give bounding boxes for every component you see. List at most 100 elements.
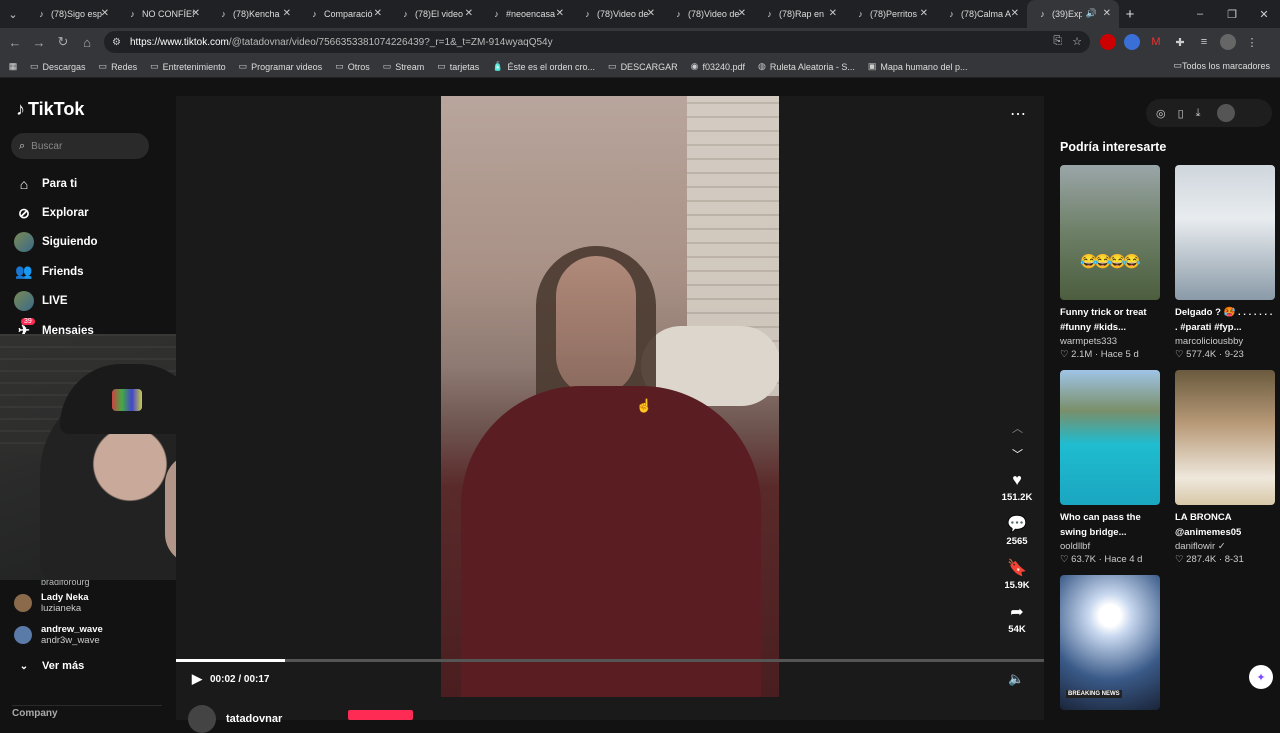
install-app-icon[interactable]: ⎘ xyxy=(1053,35,1062,48)
browser-tab[interactable]: ♪ (78)Calma A ✕ xyxy=(936,0,1027,28)
video-thumbnail[interactable]: BREAKING NEWS xyxy=(1060,575,1160,710)
video-thumbnail[interactable] xyxy=(1175,165,1275,300)
close-window-icon[interactable]: ✕ xyxy=(1248,8,1280,21)
recommended-video-card[interactable]: Who can pass the swing bridge... ooldllbf… xyxy=(1060,370,1160,567)
like-button[interactable]: ♥ 151.2K xyxy=(996,470,1038,514)
new-tab-button[interactable]: + xyxy=(1119,6,1141,23)
coins-icon[interactable]: ◎ xyxy=(1156,107,1166,120)
restore-icon[interactable]: ❐ xyxy=(1216,8,1248,21)
close-tab-icon[interactable]: ✕ xyxy=(556,8,564,19)
next-video-icon[interactable]: ﹀ xyxy=(1012,442,1023,468)
close-tab-icon[interactable]: ✕ xyxy=(374,8,382,19)
tab-search-menu-button[interactable]: ⌄ xyxy=(0,0,26,28)
nav-item-explorar[interactable]: ⊘ Explorar xyxy=(14,198,164,227)
extension-m-icon[interactable]: M xyxy=(1148,34,1164,50)
nav-item-siguiendo[interactable]: Siguiendo xyxy=(14,228,164,257)
card-username[interactable]: ooldllbf xyxy=(1060,540,1160,553)
video-player[interactable] xyxy=(441,96,779,697)
reload-icon[interactable]: ↻ xyxy=(51,34,75,50)
minimize-icon[interactable]: – xyxy=(1184,8,1216,20)
browser-tab[interactable]: ♪ Comparació ✕ xyxy=(299,0,390,28)
video-progress-bar[interactable] xyxy=(176,659,1044,662)
browser-tab[interactable]: ♪ (39)Explo 🔊 ✕ xyxy=(1027,0,1119,28)
assistant-float-icon[interactable]: ✦ xyxy=(1249,665,1273,689)
follow-button[interactable] xyxy=(348,710,413,720)
comment-button[interactable]: 💬 2565 xyxy=(996,514,1038,558)
bookmark-item[interactable]: ▭ DESCARGAR xyxy=(608,61,678,72)
bookmark-item[interactable]: ▭ Entretenimiento xyxy=(150,61,226,72)
recommended-video-card[interactable]: Delgado ? 🥵 . . . . . . . . #parati #fyp… xyxy=(1175,165,1275,362)
bookmark-item[interactable]: ▭ Stream xyxy=(383,61,425,72)
volume-icon[interactable]: 🔈 xyxy=(1008,671,1024,687)
browser-tab[interactable]: ♪ (78)El video ✕ xyxy=(390,0,481,28)
card-username[interactable]: marcoliciousbby xyxy=(1175,335,1275,348)
card-username[interactable]: warmpets333 xyxy=(1060,335,1160,348)
bookmark-item[interactable]: ◉ f03240.pdf xyxy=(691,61,745,72)
bookmark-item[interactable]: ▭ Descargas xyxy=(30,61,86,72)
card-title[interactable]: Funny trick or treat #funny #kids... xyxy=(1060,305,1160,335)
media-controls-icon[interactable]: ≡ xyxy=(1196,34,1212,50)
following-item[interactable]: andrew_wave andr3w_wave xyxy=(14,619,164,651)
browser-tab[interactable]: ♪ (78)Perritos ✕ xyxy=(845,0,936,28)
close-tab-icon[interactable]: ✕ xyxy=(738,8,746,19)
address-bar[interactable]: ⚙ https://www.tiktok.com/@tatadovnar/vid… xyxy=(104,31,1090,53)
nav-item-friends[interactable]: 👥 Friends xyxy=(14,257,164,286)
browser-tab[interactable]: ♪ (78)Rap en ✕ xyxy=(754,0,845,28)
profile-avatar[interactable] xyxy=(1216,104,1235,122)
back-icon[interactable]: ← xyxy=(3,35,27,50)
card-username[interactable]: daniflowir ✓ xyxy=(1175,540,1275,553)
previous-video-icon[interactable]: ︿ xyxy=(1012,416,1023,442)
browser-menu-icon[interactable]: ⋮ xyxy=(1244,34,1260,50)
author-name[interactable]: tatadovnar xyxy=(226,713,282,725)
video-thumbnail[interactable] xyxy=(1175,370,1275,505)
home-button-icon[interactable]: ⌂ xyxy=(75,35,99,50)
device-icon[interactable]: ▯ xyxy=(1178,107,1184,120)
extension-red-icon[interactable] xyxy=(1100,34,1116,50)
following-item[interactable]: Lady Neka luzianeka xyxy=(14,587,164,619)
bookmark-item[interactable]: ▭ Redes xyxy=(99,61,138,72)
nav-item-para-ti[interactable]: ⌂ Para ti xyxy=(14,169,164,198)
more-options-icon[interactable]: ⋯ xyxy=(1010,104,1026,124)
tiktok-logo[interactable]: ♪ TikTok xyxy=(16,99,84,120)
speaker-icon[interactable]: 🔊 xyxy=(1086,8,1097,19)
close-tab-icon[interactable]: ✕ xyxy=(647,8,655,19)
bookmark-star-icon[interactable]: ☆ xyxy=(1072,35,1082,48)
site-info-icon[interactable]: ⚙ xyxy=(112,37,121,48)
video-thumbnail[interactable]: 😂😂😂😂 xyxy=(1060,165,1160,300)
card-title[interactable]: LA BRONCA @animemes05 xyxy=(1175,510,1275,540)
bookmark-item[interactable]: ▭ Otros xyxy=(335,61,370,72)
forward-icon[interactable]: → xyxy=(27,35,51,50)
extension-translate-icon[interactable] xyxy=(1124,34,1140,50)
browser-tab[interactable]: ♪ (78)Video de ✕ xyxy=(572,0,663,28)
close-tab-icon[interactable]: ✕ xyxy=(465,8,473,19)
recommended-video-card[interactable]: BREAKING NEWS xyxy=(1060,575,1160,710)
video-thumbnail[interactable] xyxy=(1060,370,1160,505)
card-title[interactable]: Delgado ? 🥵 . . . . . . . . #parati #fyp… xyxy=(1175,305,1275,335)
bookmark-item[interactable]: ▭ Programar videos xyxy=(239,61,323,72)
save-button[interactable]: 🔖 15.9K xyxy=(996,558,1038,602)
extensions-puzzle-icon[interactable]: ✚ xyxy=(1172,34,1188,50)
close-tab-icon[interactable]: ✕ xyxy=(192,8,200,19)
close-tab-icon[interactable]: ✕ xyxy=(829,8,837,19)
bookmark-item[interactable]: ◍ Ruleta Aleatoria - S... xyxy=(758,61,855,72)
browser-tab[interactable]: ♪ #neoencasa ✕ xyxy=(481,0,572,28)
bookmark-item[interactable]: ▭ tarjetas xyxy=(437,61,479,72)
apps-grid-icon[interactable]: ▦ xyxy=(0,61,26,72)
bookmark-item[interactable]: 🧴 Éste es el orden cro... xyxy=(492,61,595,72)
search-input[interactable]: ⌕ Buscar xyxy=(11,133,149,159)
see-more-button[interactable]: ⌄ Ver más xyxy=(14,651,164,681)
recommended-video-card[interactable]: 😂😂😂😂 Funny trick or treat #funny #kids...… xyxy=(1060,165,1160,362)
profile-avatar-icon[interactable] xyxy=(1220,34,1236,50)
close-tab-icon[interactable]: ✕ xyxy=(1103,8,1111,19)
close-tab-icon[interactable]: ✕ xyxy=(920,8,928,19)
share-button[interactable]: ➦ 54K xyxy=(996,602,1038,646)
browser-tab[interactable]: ♪ NO CONFÍES ✕ xyxy=(117,0,208,28)
nav-item-live[interactable]: LIVE xyxy=(14,287,164,316)
video-author[interactable]: tatadovnar xyxy=(188,705,282,733)
download-icon[interactable]: ⤓ xyxy=(1196,107,1201,120)
close-tab-icon[interactable]: ✕ xyxy=(1011,8,1019,19)
all-bookmarks-button[interactable]: ▭ Todos los marcadores xyxy=(1173,60,1270,71)
recommended-video-card[interactable]: LA BRONCA @animemes05 daniflowir ✓ ♡ 287.4… xyxy=(1175,370,1275,567)
company-link[interactable]: Company xyxy=(12,705,162,719)
close-tab-icon[interactable]: ✕ xyxy=(283,8,291,19)
